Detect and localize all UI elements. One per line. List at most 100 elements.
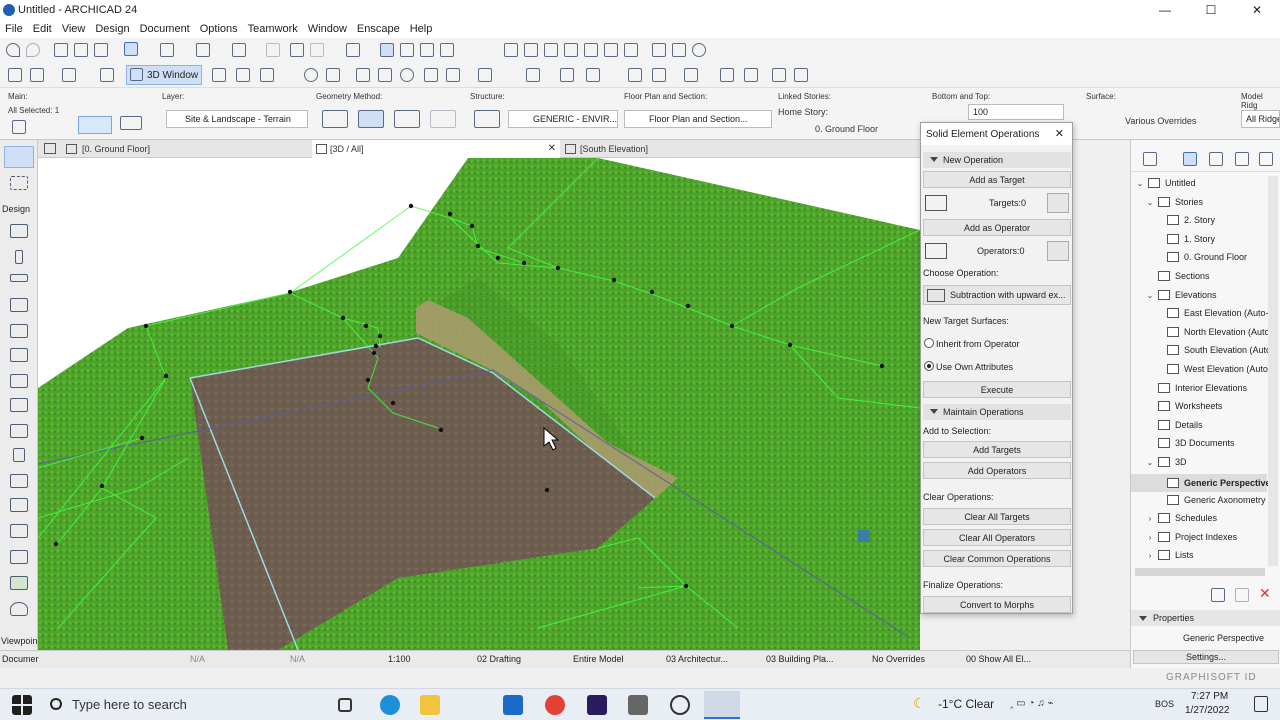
tab-close-icon[interactable]: ✕ bbox=[548, 143, 556, 154]
menu-edit[interactable]: Edit bbox=[28, 23, 57, 35]
expand-icon[interactable]: › bbox=[1145, 533, 1155, 542]
expand-icon[interactable]: › bbox=[1145, 551, 1155, 560]
new-operation-section[interactable]: New Operation bbox=[923, 152, 1071, 168]
floor-plan-icon[interactable] bbox=[62, 68, 76, 82]
model-ridge-select[interactable]: All Ridge bbox=[1241, 110, 1280, 128]
cut-planes-icon[interactable] bbox=[560, 68, 574, 82]
drag-icon[interactable] bbox=[440, 43, 454, 57]
door-tool-icon[interactable] bbox=[13, 448, 25, 462]
orbit-icon[interactable] bbox=[260, 68, 274, 82]
split-icon[interactable] bbox=[504, 43, 518, 57]
nav-schedules[interactable]: › Schedules bbox=[1145, 513, 1217, 523]
zone-tool-icon[interactable] bbox=[10, 550, 28, 564]
menu-window[interactable]: Window bbox=[303, 23, 352, 35]
offset-icon[interactable] bbox=[380, 43, 394, 57]
nav-story-1[interactable]: 1. Story bbox=[1167, 234, 1215, 244]
shell-tool-icon[interactable] bbox=[10, 348, 28, 362]
building-2-icon[interactable] bbox=[652, 68, 666, 82]
tab-grid-icon[interactable] bbox=[44, 143, 56, 154]
slab-tool-icon[interactable] bbox=[10, 298, 28, 312]
nav-north-elevation[interactable]: North Elevation (Auto bbox=[1167, 327, 1270, 337]
nav-generic-axonometry[interactable]: Generic Axonometry bbox=[1167, 495, 1266, 505]
layers-icon[interactable] bbox=[310, 43, 324, 57]
clock-app-icon[interactable] bbox=[670, 695, 690, 715]
layer-combination-select[interactable]: 02 Drafting bbox=[477, 654, 521, 664]
inherit-radio[interactable] bbox=[924, 338, 934, 348]
premiere-icon[interactable] bbox=[587, 695, 607, 715]
adjust-icon[interactable] bbox=[524, 43, 538, 57]
filter-icon[interactable] bbox=[446, 68, 460, 82]
roof-tool-icon[interactable] bbox=[10, 324, 28, 338]
weather-text[interactable]: -1°C Clear bbox=[938, 697, 994, 711]
menu-teamwork[interactable]: Teamwork bbox=[243, 23, 303, 35]
menu-file[interactable]: File bbox=[0, 23, 28, 35]
teamwork-icon[interactable] bbox=[8, 68, 22, 82]
tab-ground-floor[interactable]: [0. Ground Floor] bbox=[64, 140, 312, 158]
nav-interior-elevations[interactable]: Interior Elevations bbox=[1158, 383, 1247, 393]
trim-icon[interactable] bbox=[584, 43, 598, 57]
selection-settings-field[interactable] bbox=[78, 116, 112, 134]
nav-sections[interactable]: Sections bbox=[1158, 271, 1210, 281]
shadows-icon[interactable] bbox=[424, 68, 438, 82]
grid-icon[interactable] bbox=[232, 43, 246, 57]
curtain-wall-tool-icon[interactable] bbox=[10, 424, 28, 438]
column-tool-icon[interactable] bbox=[15, 250, 23, 264]
add-targets-button[interactable]: Add Targets bbox=[923, 441, 1071, 458]
use-own-radio[interactable] bbox=[924, 361, 934, 371]
nav-stories[interactable]: ⌄ Stories bbox=[1145, 197, 1203, 207]
wall-tool-icon[interactable] bbox=[10, 224, 28, 238]
perspective-icon[interactable] bbox=[236, 68, 250, 82]
structure-basic-icon[interactable] bbox=[474, 110, 500, 128]
na-field-2[interactable]: N/A bbox=[290, 654, 305, 664]
menu-design[interactable]: Design bbox=[90, 23, 134, 35]
photo-icon[interactable] bbox=[744, 68, 758, 82]
nav-untitled[interactable]: ⌄ Untitled bbox=[1135, 178, 1196, 188]
mesh-tool-icon[interactable] bbox=[10, 576, 28, 590]
suspend-groups-icon[interactable] bbox=[266, 43, 280, 57]
window-tool-icon[interactable] bbox=[10, 474, 28, 488]
layer-select[interactable]: Site & Landscape - Terrain bbox=[166, 110, 308, 128]
magic-wand-icon[interactable] bbox=[346, 43, 360, 57]
undo-icon[interactable] bbox=[6, 43, 20, 57]
3d-model-view[interactable] bbox=[38, 158, 920, 650]
walk-icon[interactable] bbox=[304, 68, 318, 82]
railing-tool-icon[interactable] bbox=[10, 398, 28, 412]
terrain-icon[interactable] bbox=[120, 116, 142, 130]
settings-button[interactable]: Settings... bbox=[1133, 650, 1279, 664]
nav-generic-perspective[interactable]: Generic Perspective bbox=[1131, 474, 1271, 492]
geometry-free-icon[interactable] bbox=[430, 110, 456, 128]
task-view-icon[interactable] bbox=[338, 698, 352, 712]
nav-worksheets[interactable]: Worksheets bbox=[1158, 401, 1222, 411]
section-icon[interactable] bbox=[100, 68, 114, 82]
camera-icon[interactable] bbox=[684, 68, 698, 82]
style-icon[interactable] bbox=[586, 68, 600, 82]
nav-3d-documents[interactable]: 3D Documents bbox=[1158, 438, 1235, 448]
project-map-icon[interactable] bbox=[1183, 152, 1197, 166]
shaded-icon[interactable] bbox=[356, 68, 370, 82]
nav-elevations[interactable]: ⌄ Elevations bbox=[1145, 290, 1217, 300]
notifications-icon[interactable] bbox=[1254, 696, 1268, 712]
arrow-tool[interactable] bbox=[4, 146, 34, 168]
language-indicator[interactable]: BOS bbox=[1155, 699, 1174, 709]
menu-document[interactable]: Document bbox=[135, 23, 195, 35]
tab-south-elevation[interactable]: [South Elevation] bbox=[562, 140, 920, 158]
archicad-taskbar-icon[interactable] bbox=[704, 691, 740, 719]
parallel-projection-icon[interactable] bbox=[212, 68, 226, 82]
marquee-3d-icon[interactable] bbox=[526, 68, 540, 82]
guide-line-icon[interactable] bbox=[160, 43, 174, 57]
arrow-tool-icon[interactable] bbox=[124, 42, 138, 56]
nav-details[interactable]: Details bbox=[1158, 420, 1203, 430]
targets-edit-button[interactable] bbox=[1047, 193, 1069, 213]
structure-select[interactable]: GENERIC - ENVIR... bbox=[508, 110, 618, 128]
flag-icon[interactable] bbox=[652, 43, 666, 57]
scale-select[interactable]: 1:100 bbox=[388, 654, 411, 664]
intersect-icon[interactable] bbox=[544, 43, 558, 57]
render-icon[interactable] bbox=[720, 68, 734, 82]
nav-ground-floor[interactable]: 0. Ground Floor bbox=[1167, 252, 1247, 262]
operation-select[interactable]: Subtraction with upward ex... bbox=[923, 285, 1071, 305]
teamwork-send-icon[interactable] bbox=[30, 68, 44, 82]
panel-close-button[interactable]: ✕ bbox=[1055, 127, 1064, 140]
redo-icon[interactable] bbox=[26, 43, 40, 57]
expand-icon[interactable]: › bbox=[1145, 514, 1155, 523]
close-window-button[interactable]: ✕ bbox=[1234, 0, 1280, 20]
